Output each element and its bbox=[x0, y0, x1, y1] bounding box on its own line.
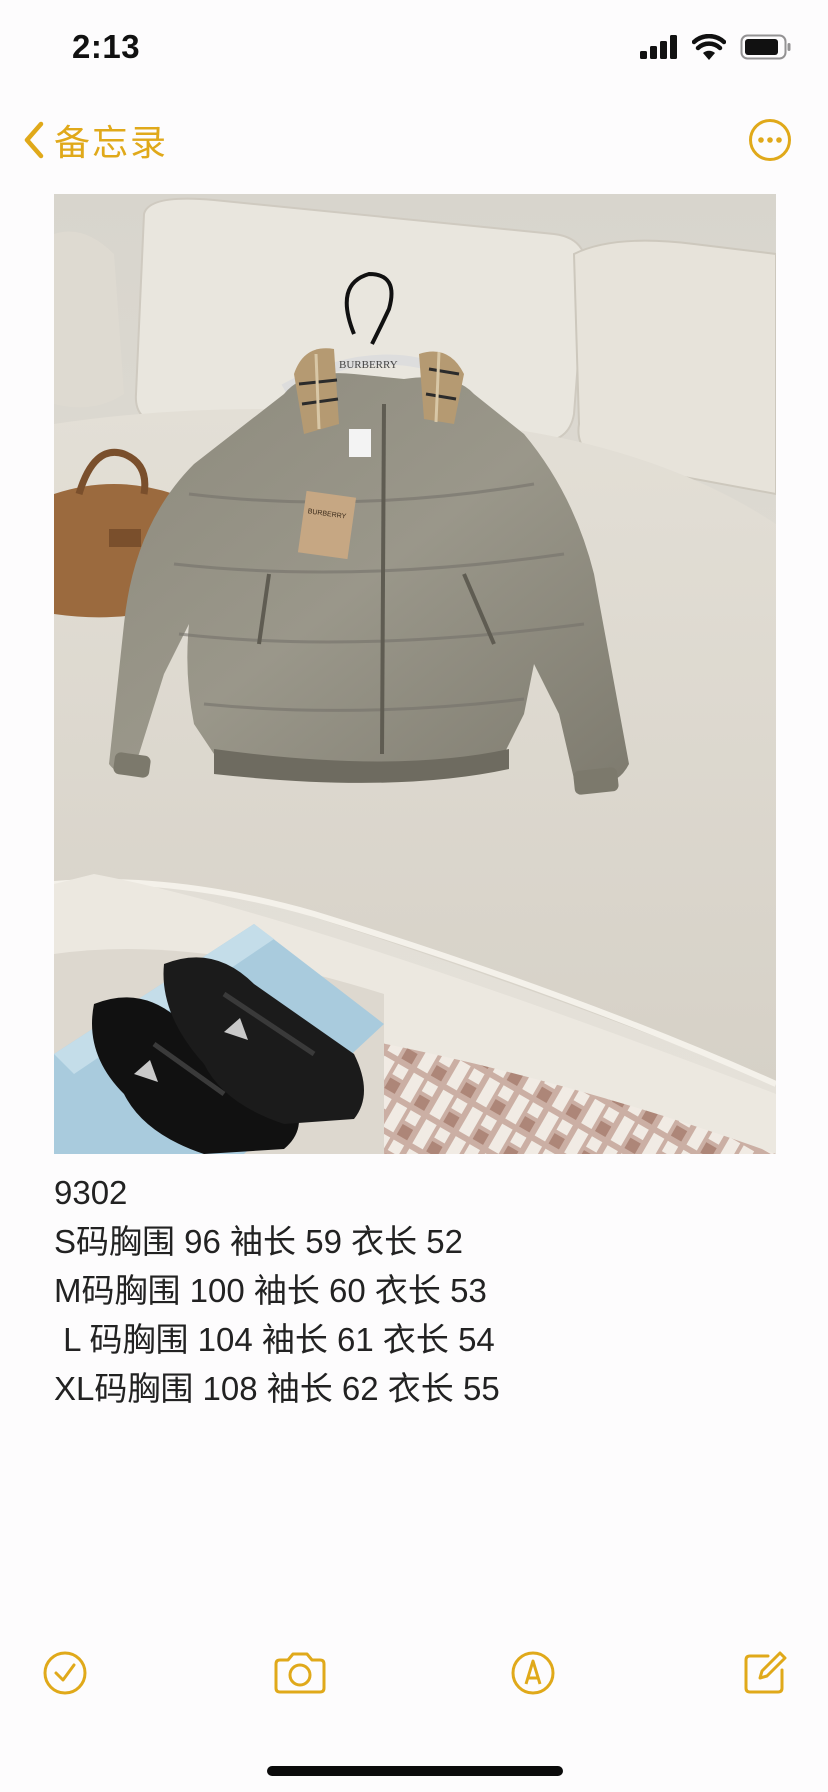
battery-icon bbox=[740, 34, 791, 60]
back-label: 备忘录 bbox=[54, 122, 169, 163]
compose-icon bbox=[744, 1651, 787, 1694]
chevron-left-icon bbox=[24, 121, 44, 159]
markup-pen-icon bbox=[511, 1651, 555, 1695]
checklist-icon bbox=[43, 1651, 87, 1695]
cellular-signal-icon bbox=[640, 35, 677, 59]
status-time: 2:13 bbox=[72, 28, 141, 65]
note-body[interactable]: 9302 S码胸围 96 袖长 59 衣长 52 M码胸围 100 袖长 60 … bbox=[54, 1168, 776, 1413]
camera-button[interactable] bbox=[272, 1650, 328, 1701]
note-line: S码胸围 96 袖长 59 衣长 52 bbox=[54, 1223, 463, 1260]
ellipsis-circle-icon bbox=[749, 119, 791, 161]
note-line: L 码胸围 104 袖长 61 衣长 54 bbox=[54, 1321, 495, 1358]
back-button[interactable]: 备忘录 bbox=[22, 114, 168, 166]
note-line: M码胸围 100 袖长 60 衣长 53 bbox=[54, 1272, 487, 1309]
wifi-icon bbox=[692, 34, 726, 60]
bottom-toolbar bbox=[0, 1650, 828, 1730]
hanger-brand-text: BURBERRY bbox=[339, 359, 398, 371]
home-indicator[interactable] bbox=[267, 1766, 563, 1776]
more-button[interactable] bbox=[748, 118, 792, 167]
camera-icon bbox=[274, 1652, 326, 1694]
nav-bar: 备忘录 bbox=[0, 104, 828, 184]
status-bar: 2:13 bbox=[0, 0, 828, 100]
jacket-photo-illustration: BURBERRY BURBERRY bbox=[54, 194, 776, 1154]
note-photo[interactable]: BURBERRY BURBERRY bbox=[54, 194, 776, 1154]
checklist-button[interactable] bbox=[42, 1650, 88, 1701]
markup-button[interactable] bbox=[510, 1650, 556, 1701]
status-icons bbox=[640, 34, 792, 60]
compose-button[interactable] bbox=[742, 1650, 788, 1701]
note-line: XL码胸围 108 袖长 62 衣长 55 bbox=[54, 1370, 500, 1407]
note-line: 9302 bbox=[54, 1174, 128, 1211]
